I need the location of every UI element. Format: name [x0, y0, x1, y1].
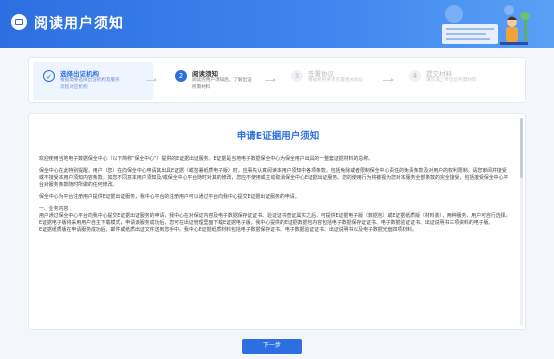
notice-panel: 申请E证据用户须知 欢迎使用当地电子数据保全中心（以下简称“保全中心”）提供的E…: [28, 113, 526, 330]
app-logo-icon: [11, 14, 27, 30]
notice-body: 欢迎使用当地电子数据保全中心（以下简称“保全中心”）提供的E证据出证服务。E证据…: [39, 156, 511, 239]
step-2-number: 2: [175, 70, 187, 82]
reading-illustration: [442, 5, 530, 45]
notice-paragraph: 用户通过保全中心平台向我中心提交E证据出证服务的申请，我中心在对保证内容及电子数…: [39, 212, 511, 219]
progress-steps: ✓ 选择出证机构 根据需要选择出证机构及服务流程对应机构 2 阅读须知 阅读完用…: [28, 57, 526, 103]
notice-section-heading: 一、业务内容: [39, 205, 69, 212]
notice-title: 申请E证据用户须知: [236, 131, 320, 142]
notice-paragraph: E证据纸质版在申请服务成功后，邮件或纸质出证文件送到您手中。我中心E证据纸质材料…: [39, 227, 417, 234]
step-2-desc: 阅读完用户须知后，了解出证所需材料: [192, 78, 252, 90]
step-4-number: 4: [409, 70, 421, 82]
step-arrow-icon: [146, 78, 157, 82]
step-1-number: ✓: [43, 70, 55, 82]
page-title: 阅读用户须知: [34, 16, 124, 32]
step-4-title: 提交材料: [426, 70, 452, 78]
scrollbar-thumb[interactable]: [520, 118, 523, 178]
notice-paragraph: 保全中心在此特别提醒，用户（您）在向保全中心申请其出具E证据（或签署纸质电子版）…: [39, 167, 509, 189]
step-3-desc: 根据机构要求签署相关协议: [308, 78, 364, 83]
step-4-desc: 填写或上传出证所需材料: [426, 78, 477, 83]
step-1-desc: 根据需要选择出证机构及服务流程对应机构: [60, 78, 120, 90]
next-step-button[interactable]: 下一步: [242, 339, 302, 354]
step-arrow-icon: [383, 78, 394, 82]
notice-paragraph: 保全中心为平台注册用户提供E证据出证服务，我中心平台的注册用户可以通过平台向我中…: [39, 193, 300, 200]
notice-paragraph: 欢迎使用当地电子数据保全中心（以下简称“保全中心”）提供的E证据出证服务。E证据…: [39, 156, 374, 162]
step-3-title: 签署协议: [308, 70, 334, 78]
notice-scrollbar[interactable]: [520, 118, 523, 326]
step-1-title: 选择出证机构: [60, 70, 99, 78]
page-header: 阅读用户须知: [0, 0, 554, 48]
step-3-number: 3: [291, 70, 303, 82]
step-2-title: 阅读须知: [192, 70, 218, 78]
step-arrow-icon: [265, 78, 276, 82]
